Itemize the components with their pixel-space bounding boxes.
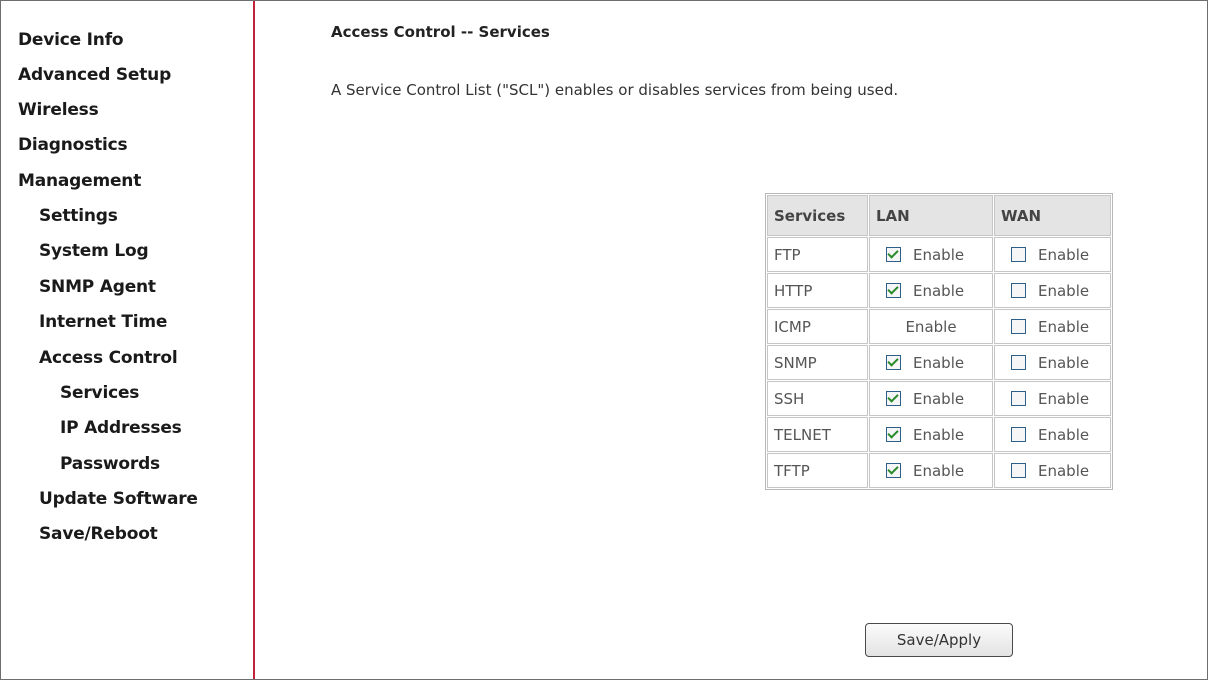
- sidebar-item-access-control[interactable]: Access Control: [39, 348, 178, 368]
- sidebar-item-ip-addresses[interactable]: IP Addresses: [60, 418, 182, 438]
- sidebar-item-diagnostics[interactable]: Diagnostics: [18, 135, 128, 155]
- lan-enable-label: Enable: [913, 245, 965, 264]
- lan-enable-checkbox[interactable]: [886, 463, 901, 478]
- sidebar-nav: Device Info Advanced Setup Wireless Diag…: [1, 1, 255, 679]
- sidebar-item-passwords[interactable]: Passwords: [60, 454, 160, 474]
- header-services: Services: [767, 195, 868, 236]
- save-apply-button[interactable]: Save/Apply: [865, 623, 1013, 657]
- sidebar-item-update-software[interactable]: Update Software: [39, 489, 198, 509]
- lan-cell: Enable: [869, 345, 993, 380]
- wan-enable-label: Enable: [1038, 461, 1090, 480]
- wan-cell: Enable: [994, 273, 1111, 308]
- lan-enable-label: Enable: [913, 461, 965, 480]
- wan-enable-label: Enable: [1038, 245, 1090, 264]
- service-name-cell: SSH: [767, 381, 868, 416]
- service-control-table: Services LAN WAN FTP Enable Enable HTTP Enab…: [765, 193, 1113, 490]
- lan-cell: Enable: [869, 237, 993, 272]
- wan-enable-checkbox[interactable]: [1011, 427, 1026, 442]
- header-wan: WAN: [994, 195, 1111, 236]
- sidebar-item-internet-time[interactable]: Internet Time: [39, 312, 167, 332]
- service-name-cell: SNMP: [767, 345, 868, 380]
- lan-enable-checkbox[interactable]: [886, 427, 901, 442]
- sidebar-item-settings[interactable]: Settings: [39, 206, 118, 226]
- table-row: SNMP Enable Enable: [767, 345, 1111, 380]
- lan-enable-label: Enable: [913, 281, 965, 300]
- lan-cell: Enable: [869, 381, 993, 416]
- lan-enable-checkbox[interactable]: [886, 391, 901, 406]
- sidebar-item-device-info[interactable]: Device Info: [18, 30, 124, 50]
- table-row: HTTP Enable Enable: [767, 273, 1111, 308]
- wan-cell: Enable: [994, 237, 1111, 272]
- sidebar-item-management[interactable]: Management: [18, 171, 141, 191]
- sidebar-item-snmp-agent[interactable]: SNMP Agent: [39, 277, 156, 297]
- lan-enable-label: Enable: [905, 317, 957, 336]
- service-name-cell: FTP: [767, 237, 868, 272]
- wan-enable-checkbox[interactable]: [1011, 391, 1026, 406]
- table-header-row: Services LAN WAN: [767, 195, 1111, 236]
- lan-enable-label: Enable: [913, 425, 965, 444]
- sidebar-item-save-reboot[interactable]: Save/Reboot: [39, 524, 158, 544]
- sidebar-item-wireless[interactable]: Wireless: [18, 100, 99, 120]
- service-name-cell: TELNET: [767, 417, 868, 452]
- lan-enable-label: Enable: [913, 353, 965, 372]
- wan-enable-label: Enable: [1038, 281, 1090, 300]
- wan-cell: Enable: [994, 345, 1111, 380]
- table-row: TFTP Enable Enable: [767, 453, 1111, 488]
- wan-cell: Enable: [994, 417, 1111, 452]
- lan-enable-checkbox[interactable]: [886, 247, 901, 262]
- lan-enable-checkbox[interactable]: [886, 355, 901, 370]
- lan-enable-checkbox[interactable]: [886, 283, 901, 298]
- table-row: ICMP Enable Enable: [767, 309, 1111, 344]
- wan-cell: Enable: [994, 309, 1111, 344]
- sidebar-item-services[interactable]: Services: [60, 383, 139, 403]
- wan-enable-label: Enable: [1038, 389, 1090, 408]
- page-title: Access Control -- Services: [331, 23, 550, 41]
- service-name-cell: HTTP: [767, 273, 868, 308]
- sidebar-item-advanced-setup[interactable]: Advanced Setup: [18, 65, 171, 85]
- lan-cell: Enable: [869, 453, 993, 488]
- main-content: Access Control -- Services A Service Con…: [256, 1, 1206, 679]
- wan-enable-checkbox[interactable]: [1011, 247, 1026, 262]
- service-name-cell: TFTP: [767, 453, 868, 488]
- wan-enable-label: Enable: [1038, 353, 1090, 372]
- lan-cell: Enable: [869, 273, 993, 308]
- wan-cell: Enable: [994, 381, 1111, 416]
- table-row: TELNET Enable Enable: [767, 417, 1111, 452]
- service-name-cell: ICMP: [767, 309, 868, 344]
- sidebar-item-system-log[interactable]: System Log: [39, 241, 149, 261]
- wan-enable-checkbox[interactable]: [1011, 319, 1026, 334]
- table-row: SSH Enable Enable: [767, 381, 1111, 416]
- wan-enable-checkbox[interactable]: [1011, 355, 1026, 370]
- lan-cell: Enable: [869, 417, 993, 452]
- wan-enable-label: Enable: [1038, 317, 1090, 336]
- lan-cell: Enable: [869, 309, 993, 344]
- header-lan: LAN: [869, 195, 993, 236]
- wan-enable-checkbox[interactable]: [1011, 463, 1026, 478]
- table-row: FTP Enable Enable: [767, 237, 1111, 272]
- wan-enable-checkbox[interactable]: [1011, 283, 1026, 298]
- lan-enable-label: Enable: [913, 389, 965, 408]
- page-description: A Service Control List ("SCL") enables o…: [331, 81, 899, 99]
- wan-cell: Enable: [994, 453, 1111, 488]
- wan-enable-label: Enable: [1038, 425, 1090, 444]
